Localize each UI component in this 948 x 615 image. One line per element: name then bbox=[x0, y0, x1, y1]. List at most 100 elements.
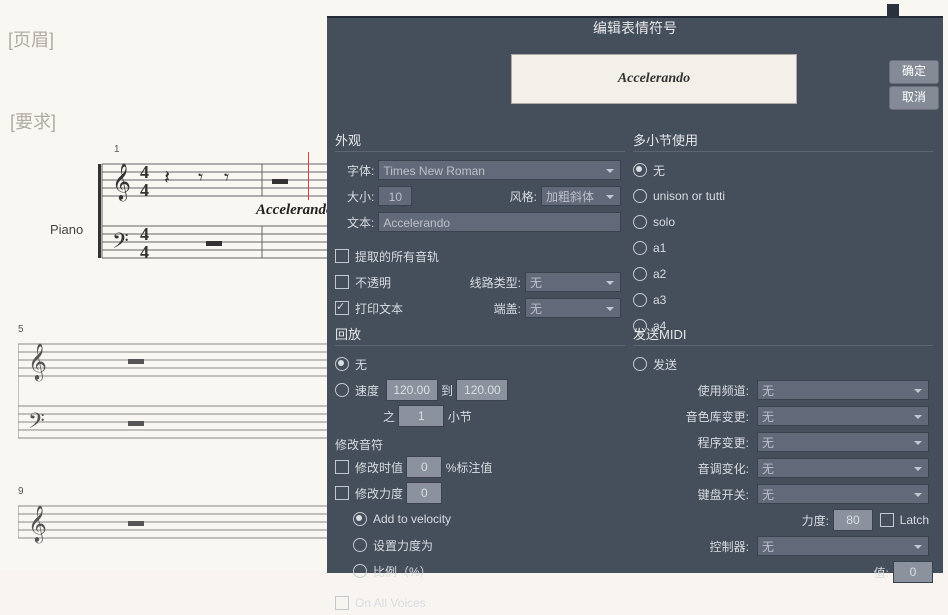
playback-panel: 回放 无 速度 到 之 小节 修改音符 修改时值 %标注值 修改力度 Add t… bbox=[335, 324, 625, 570]
style-label: 风格: bbox=[510, 188, 537, 205]
program-label: 程序变更: bbox=[698, 434, 749, 451]
multistaff-opt: 无 bbox=[653, 162, 665, 179]
preview-text: Accelerando bbox=[618, 71, 690, 87]
mod-velocity-checkbox[interactable] bbox=[335, 486, 349, 500]
measure-number: 5 bbox=[18, 324, 24, 335]
multistaff-radio-a3[interactable] bbox=[633, 293, 647, 307]
controller-label: 控制器: bbox=[710, 538, 749, 555]
dialog-tab-handle[interactable] bbox=[887, 4, 899, 18]
set-velocity-radio[interactable] bbox=[353, 538, 367, 552]
mod-velocity-input[interactable] bbox=[406, 482, 442, 504]
text-label: 文本: bbox=[347, 214, 374, 231]
mod-velocity-label: 修改力度 bbox=[355, 485, 403, 502]
svg-text:𝄞: 𝄞 bbox=[28, 343, 47, 381]
add-to-velocity-radio[interactable] bbox=[353, 512, 367, 526]
ok-button[interactable]: 确定 bbox=[889, 60, 939, 84]
bank-dropdown[interactable]: 无 bbox=[757, 406, 929, 426]
scale-radio[interactable] bbox=[353, 564, 367, 578]
percent-mark-label: %标注值 bbox=[446, 459, 493, 476]
channel-dropdown[interactable]: 无 bbox=[757, 380, 929, 400]
tempo-to-label: 到 bbox=[441, 382, 453, 399]
svg-text:𝄾: 𝄾 bbox=[224, 167, 229, 189]
multistaff-opt: unison or tutti bbox=[653, 189, 725, 203]
playback-radio-none[interactable] bbox=[335, 357, 349, 371]
tempo-label: 速度 bbox=[355, 382, 379, 399]
midi-velocity-input[interactable] bbox=[833, 509, 873, 531]
send-midi-radio[interactable] bbox=[633, 357, 647, 371]
bars-label: 小节 bbox=[448, 408, 472, 425]
value-input[interactable] bbox=[893, 561, 933, 583]
multistaff-radio-none[interactable] bbox=[633, 163, 647, 177]
size-input[interactable]: 10 bbox=[378, 186, 412, 206]
multistaff-radio-a1[interactable] bbox=[633, 241, 647, 255]
multistaff-opt: a2 bbox=[653, 267, 666, 281]
mod-duration-input[interactable] bbox=[406, 456, 442, 478]
modify-notes-label: 修改音符 bbox=[335, 436, 625, 453]
keyswitch-label: 键盘开关: bbox=[698, 486, 749, 503]
measure-number: 9 bbox=[18, 486, 24, 497]
opaque-label: 不透明 bbox=[355, 274, 391, 291]
dialog-title: 编辑表情符号 bbox=[327, 18, 943, 38]
on-all-voices-checkbox[interactable] bbox=[335, 596, 349, 610]
send-midi-heading: 发送MIDI bbox=[633, 324, 933, 346]
send-midi-panel: 发送MIDI 发送 使用频道:无 音色库变更:无 程序变更:无 音调变化:无 键… bbox=[633, 324, 933, 570]
tempo-from-input[interactable] bbox=[386, 379, 438, 401]
accelerando-marking[interactable]: Accelerando bbox=[256, 202, 333, 219]
multistaff-panel: 多小节使用 无 unison or tutti solo a1 a2 a3 a4 bbox=[633, 130, 933, 312]
pitch-label: 音调变化: bbox=[698, 460, 749, 477]
svg-text:𝄢: 𝄢 bbox=[28, 409, 45, 438]
svg-text:4: 4 bbox=[140, 242, 149, 262]
expression-preview: Accelerando bbox=[511, 54, 797, 104]
multistaff-radio-solo[interactable] bbox=[633, 215, 647, 229]
edit-expression-dialog: 编辑表情符号 Accelerando 确定 取消 外观 字体:Times New… bbox=[327, 16, 943, 573]
mod-duration-checkbox[interactable] bbox=[335, 460, 349, 474]
print-text-checkbox[interactable] bbox=[335, 301, 349, 315]
svg-text:𝄽: 𝄽 bbox=[164, 167, 170, 189]
controller-dropdown[interactable]: 无 bbox=[757, 536, 929, 556]
svg-text:4: 4 bbox=[140, 224, 149, 244]
extract-all-label: 提取的所有音轨 bbox=[355, 248, 439, 265]
add-to-velocity-label: Add to velocity bbox=[373, 512, 451, 526]
over-label: 之 bbox=[383, 408, 395, 425]
multistaff-radio-unison[interactable] bbox=[633, 189, 647, 203]
send-midi-label: 发送 bbox=[653, 356, 677, 373]
latch-label: Latch bbox=[900, 513, 929, 527]
requirement-placeholder: [要求] bbox=[10, 108, 56, 134]
cap-dropdown[interactable]: 无 bbox=[525, 298, 621, 318]
channel-label: 使用频道: bbox=[698, 382, 749, 399]
svg-text:𝄾: 𝄾 bbox=[198, 167, 203, 189]
tempo-to-input[interactable] bbox=[456, 379, 508, 401]
playback-radio-tempo[interactable] bbox=[335, 383, 349, 397]
opaque-checkbox[interactable] bbox=[335, 275, 349, 289]
latch-checkbox[interactable] bbox=[880, 513, 894, 527]
svg-text:4: 4 bbox=[140, 180, 149, 200]
over-bars-input[interactable] bbox=[398, 405, 444, 427]
appearance-panel: 外观 字体:Times New Roman 大小:10风格:加粗斜体 文本:Ac… bbox=[335, 130, 625, 312]
playback-heading: 回放 bbox=[335, 324, 625, 346]
line-type-dropdown[interactable]: 无 bbox=[525, 272, 621, 292]
style-dropdown[interactable]: 加粗斜体 bbox=[541, 186, 621, 206]
multistaff-radio-a2[interactable] bbox=[633, 267, 647, 281]
keyswitch-dropdown[interactable]: 无 bbox=[757, 484, 929, 504]
print-text-label: 打印文本 bbox=[355, 300, 403, 317]
scale-label: 比例（%） bbox=[373, 563, 432, 580]
set-velocity-label: 设置力度为 bbox=[373, 537, 433, 554]
value-label: 值: bbox=[874, 564, 889, 581]
playback-cursor bbox=[308, 152, 309, 200]
svg-text:𝄞: 𝄞 bbox=[112, 163, 131, 201]
program-dropdown[interactable]: 无 bbox=[757, 432, 929, 452]
midi-velocity-label: 力度: bbox=[802, 512, 829, 529]
pitch-dropdown[interactable]: 无 bbox=[757, 458, 929, 478]
multistaff-opt: solo bbox=[653, 215, 675, 229]
multistaff-heading: 多小节使用 bbox=[633, 130, 933, 152]
multistaff-opt: a3 bbox=[653, 293, 666, 307]
playback-none-label: 无 bbox=[355, 356, 367, 373]
font-label: 字体: bbox=[347, 162, 374, 179]
text-input[interactable]: Accelerando bbox=[378, 212, 621, 232]
multistaff-opt: a1 bbox=[653, 241, 666, 255]
line-type-label: 线路类型: bbox=[470, 274, 521, 291]
cancel-button[interactable]: 取消 bbox=[889, 86, 939, 110]
svg-text:4: 4 bbox=[140, 162, 149, 182]
extract-all-checkbox[interactable] bbox=[335, 249, 349, 263]
font-dropdown[interactable]: Times New Roman bbox=[378, 160, 621, 180]
